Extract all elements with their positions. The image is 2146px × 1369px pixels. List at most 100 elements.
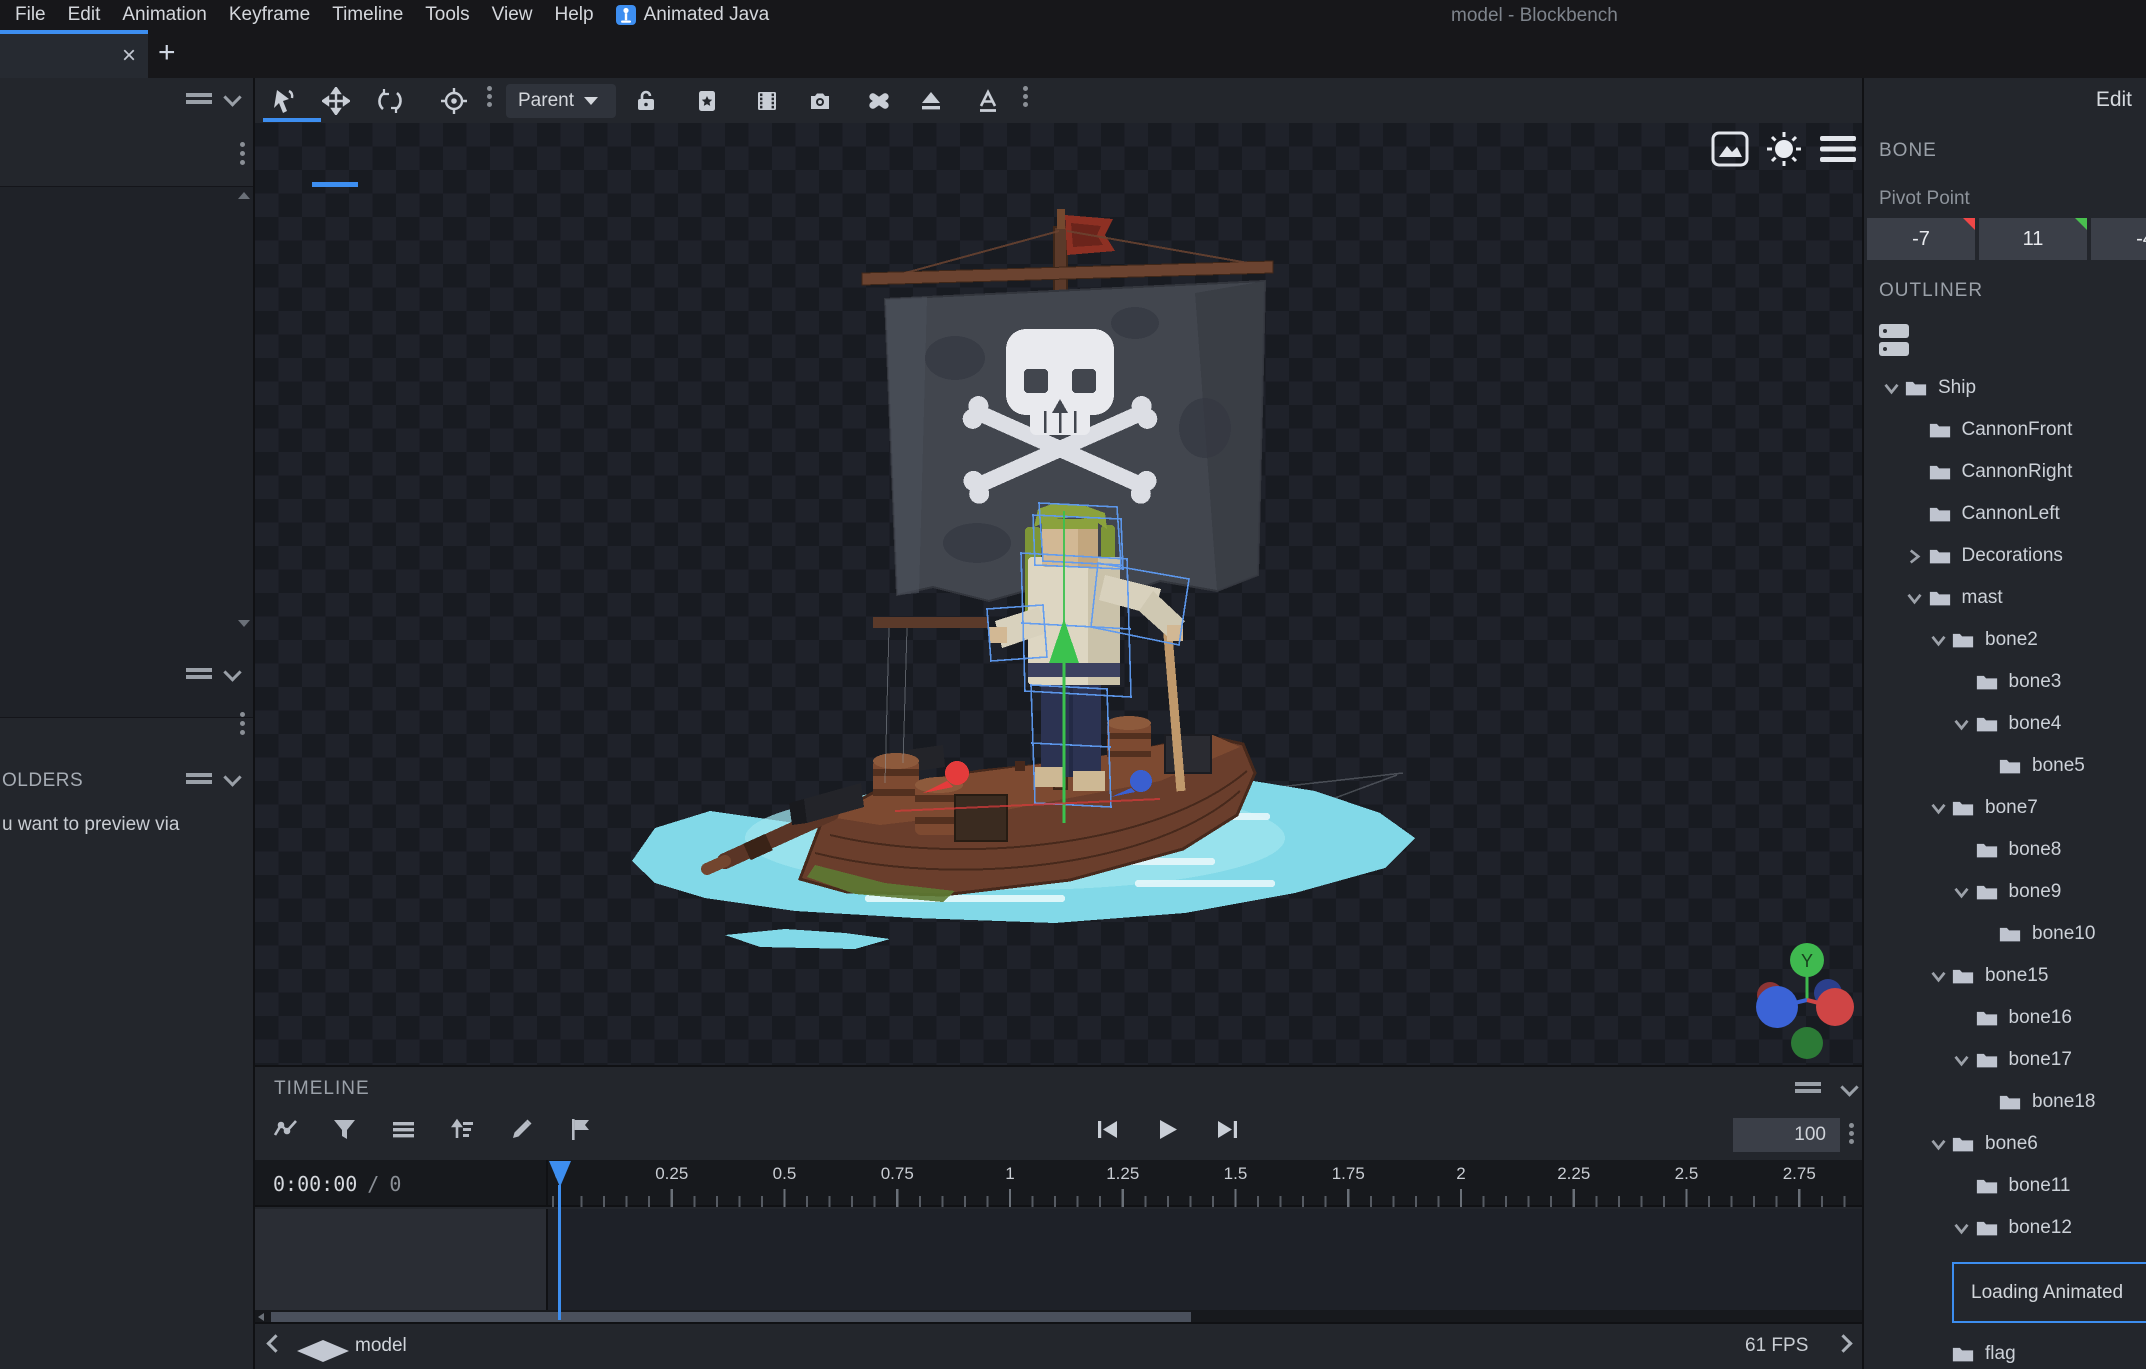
pivot-x-input[interactable]: -7 xyxy=(1867,218,1975,260)
pivot-z-input[interactable]: -4 xyxy=(2091,218,2146,260)
outliner-item-bone17[interactable]: bone17 xyxy=(1864,1039,2146,1081)
panel-collapse-icon[interactable] xyxy=(1840,1078,1858,1096)
outliner-item-bone8[interactable]: bone8 xyxy=(1864,829,2146,871)
timeline-tracks[interactable] xyxy=(255,1209,1862,1310)
outliner-item-cannonfront[interactable]: CannonFront xyxy=(1864,409,2146,451)
outliner-item-bone3[interactable]: bone3 xyxy=(1864,661,2146,703)
menu-file[interactable]: File xyxy=(4,0,57,30)
plugin-bandage-button[interactable] xyxy=(862,84,896,118)
panel-drag-handle-icon[interactable] xyxy=(186,93,212,104)
outliner-item-bone2[interactable]: bone2 xyxy=(1864,619,2146,661)
menu-help[interactable]: Help xyxy=(543,0,604,30)
tree-expand-icon[interactable] xyxy=(1949,885,1975,900)
export-eject-button[interactable] xyxy=(914,84,948,118)
text-format-button[interactable] xyxy=(971,84,1005,118)
marker-flag-icon[interactable] xyxy=(566,1115,594,1143)
tree-expand-icon[interactable] xyxy=(1902,591,1928,606)
outliner-item-bone9[interactable]: bone9 xyxy=(1864,871,2146,913)
viewport-menu-button[interactable] xyxy=(1818,130,1858,168)
outliner-item-bone4[interactable]: bone4 xyxy=(1864,703,2146,745)
menu-timeline[interactable]: Timeline xyxy=(321,0,414,30)
timeline-scrollbar-thumb[interactable] xyxy=(271,1312,1191,1322)
panel-menu-icon[interactable] xyxy=(240,712,245,717)
outliner-item-bone18[interactable]: bone18 xyxy=(1864,1081,2146,1123)
speed-menu-icon[interactable] xyxy=(1849,1123,1854,1128)
tree-expand-icon[interactable] xyxy=(1925,633,1951,648)
view-orientation-gizmo[interactable]: Y xyxy=(1747,931,1862,1061)
menu-view[interactable]: View xyxy=(481,0,544,30)
outliner-view-toggle-icon[interactable] xyxy=(1879,324,1909,356)
viewport-canvas[interactable]: Y xyxy=(255,123,1862,1065)
playback-speed-input[interactable]: 100 xyxy=(1733,1118,1840,1152)
outliner-item-cannonright[interactable]: CannonRight xyxy=(1864,451,2146,493)
outliner-item-bone5[interactable]: bone5 xyxy=(1864,745,2146,787)
sort-hierarchy-icon[interactable] xyxy=(448,1115,476,1143)
outliner-item-bone10[interactable]: bone10 xyxy=(1864,913,2146,955)
chevron-left-icon[interactable] xyxy=(266,1334,284,1352)
pose-tool-button[interactable] xyxy=(266,84,300,118)
chevron-right-icon[interactable] xyxy=(1834,1334,1852,1352)
panel-drag-handle-icon[interactable] xyxy=(186,773,212,784)
list-icon[interactable] xyxy=(389,1115,417,1143)
graph-editor-icon[interactable] xyxy=(271,1115,299,1143)
menu-tools[interactable]: Tools xyxy=(414,0,480,30)
toolbar-menu-icon[interactable] xyxy=(1023,86,1028,91)
lighting-sun-button[interactable] xyxy=(1764,130,1804,168)
scroll-down-icon[interactable] xyxy=(238,620,250,627)
outliner-item-mast[interactable]: mast xyxy=(1864,577,2146,619)
tree-expand-icon[interactable] xyxy=(1949,1053,1975,1068)
loading-toast[interactable]: Loading Animated xyxy=(1952,1262,2146,1323)
tree-expand-icon[interactable] xyxy=(1902,549,1928,564)
panel-drag-handle-icon[interactable] xyxy=(186,668,212,679)
keyframe-card-button[interactable] xyxy=(690,84,724,118)
edit-pencil-icon[interactable] xyxy=(507,1115,535,1143)
menu-animation[interactable]: Animation xyxy=(111,0,218,30)
menu-animated-java[interactable]: Animated Java xyxy=(605,0,781,30)
tree-expand-icon[interactable] xyxy=(1925,801,1951,816)
panel-collapse-icon[interactable] xyxy=(226,91,239,104)
outliner-item-flag[interactable]: flag xyxy=(1864,1333,2146,1369)
scroll-up-icon[interactable] xyxy=(238,192,250,199)
outliner-item-bone15[interactable]: bone15 xyxy=(1864,955,2146,997)
menu-edit[interactable]: Edit xyxy=(57,0,112,30)
play-button[interactable] xyxy=(1153,1115,1181,1143)
tree-expand-icon[interactable] xyxy=(1949,1221,1975,1236)
outliner-item-ship[interactable]: Ship xyxy=(1864,367,2146,409)
outliner-item-bone16[interactable]: bone16 xyxy=(1864,997,2146,1039)
panel-drag-handle-icon[interactable] xyxy=(1795,1082,1821,1093)
outliner-item-bone7[interactable]: bone7 xyxy=(1864,787,2146,829)
tree-expand-icon[interactable] xyxy=(1925,1137,1951,1152)
jump-to-start-button[interactable] xyxy=(1093,1115,1121,1143)
filter-icon[interactable] xyxy=(330,1115,358,1143)
outliner-item-bone6[interactable]: bone6 xyxy=(1864,1123,2146,1165)
panel-menu-icon[interactable] xyxy=(240,142,245,147)
outliner-item-decorations[interactable]: Decorations xyxy=(1864,535,2146,577)
timeline-ruler[interactable]: 00.250.50.7511.251.51.7522.252.52.75 xyxy=(548,1160,1862,1207)
jump-to-end-button[interactable] xyxy=(1213,1115,1241,1143)
background-image-button[interactable] xyxy=(1710,130,1750,168)
pivot-y-input[interactable]: 11 xyxy=(1979,218,2087,260)
outliner-item-cannonleft[interactable]: CannonLeft xyxy=(1864,493,2146,535)
lock-button[interactable] xyxy=(629,84,663,118)
mode-tab-edit[interactable]: Edit xyxy=(2096,88,2132,112)
move-tool-button[interactable] xyxy=(319,84,353,118)
menu-keyframe[interactable]: Keyframe xyxy=(218,0,321,30)
screenshot-camera-button[interactable] xyxy=(803,84,837,118)
rotate-tool-button[interactable] xyxy=(373,84,407,118)
animation-film-button[interactable] xyxy=(750,84,784,118)
pivot-tool-button[interactable] xyxy=(437,84,471,118)
panel-collapse-icon[interactable] xyxy=(226,771,239,784)
toolbar-menu-icon[interactable] xyxy=(487,86,492,91)
new-tab-icon[interactable]: + xyxy=(158,36,176,70)
scroll-left-icon[interactable] xyxy=(258,1313,264,1321)
project-tab[interactable]: × xyxy=(0,30,148,78)
panel-collapse-icon[interactable] xyxy=(226,666,239,679)
outliner-item-bone11[interactable]: bone11 xyxy=(1864,1165,2146,1207)
tree-expand-icon[interactable] xyxy=(1949,717,1975,732)
tab-close-icon[interactable]: × xyxy=(122,44,136,68)
playhead-handle[interactable] xyxy=(549,1161,571,1187)
tree-expand-icon[interactable] xyxy=(1878,381,1904,396)
tree-expand-icon[interactable] xyxy=(1925,969,1951,984)
parent-mode-dropdown[interactable]: Parent xyxy=(506,84,616,118)
outliner-item-bone12[interactable]: bone12 xyxy=(1864,1207,2146,1249)
